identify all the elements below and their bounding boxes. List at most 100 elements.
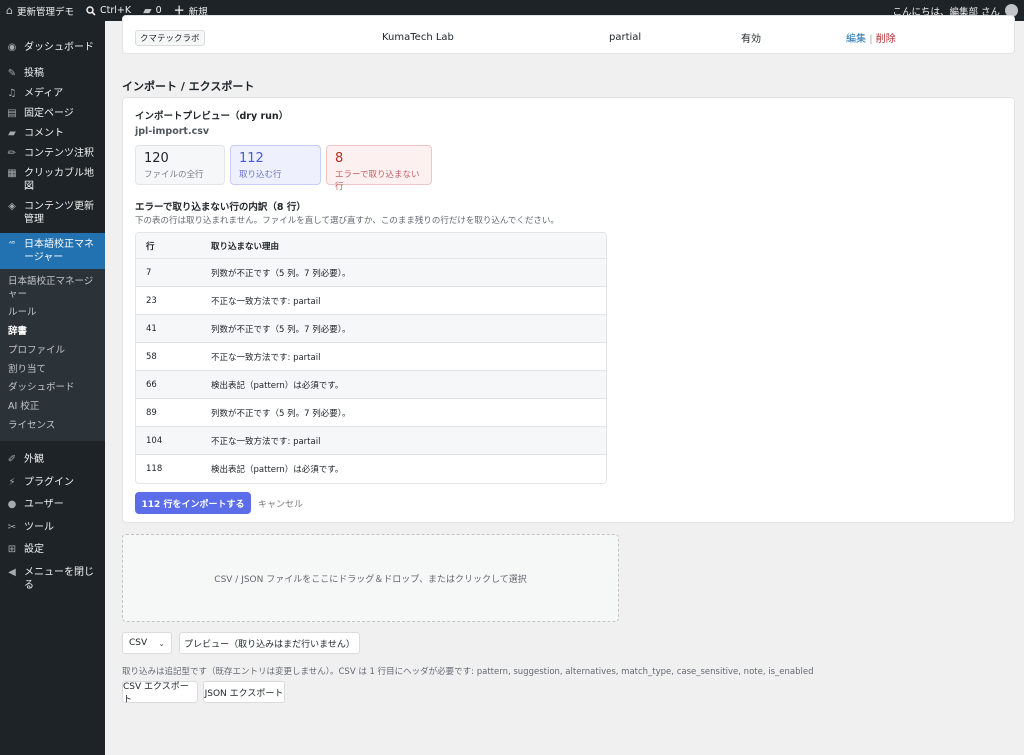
row-reason: 不正な一致方法です: partail bbox=[211, 352, 321, 363]
errors-title: エラーで取り込まない行の内訳（8 行） bbox=[135, 202, 306, 213]
table-row: 118 検出表記（pattern）は必須です。 bbox=[136, 455, 606, 483]
sidebar-item-bottom-4[interactable]: ⊞ 設定 bbox=[0, 543, 105, 556]
main-content: クマテックラボ KumaTech Lab partial 有効 編集 | 削除 … bbox=[105, 15, 1024, 755]
stat-total-label: ファイルの全行 bbox=[144, 170, 204, 180]
stat-import: 112 取り込む行 bbox=[230, 145, 321, 185]
table-row: 58 不正な一致方法です: partail bbox=[136, 343, 606, 371]
row-number: 41 bbox=[146, 323, 157, 334]
sidebar-item-label: コメント bbox=[24, 128, 64, 139]
stat-error-value: 8 bbox=[335, 151, 344, 166]
stat-import-label: 取り込む行 bbox=[239, 170, 282, 180]
table-row: 23 不正な一致方法です: partail bbox=[136, 287, 606, 315]
submenu-item-7[interactable]: ライセンス bbox=[0, 417, 105, 436]
stat-total: 120 ファイルの全行 bbox=[135, 145, 225, 185]
sidebar-item-label: ユーザー bbox=[24, 499, 64, 511]
row-number: 7 bbox=[146, 267, 152, 278]
section-title: インポート / エクスポート bbox=[122, 80, 255, 93]
delete-link[interactable]: 削除 bbox=[876, 34, 896, 45]
comment-icon: ▰ bbox=[8, 128, 16, 139]
entry-pattern-badge: クマテックラボ bbox=[135, 29, 205, 46]
home-icon: ⌂ bbox=[6, 4, 13, 17]
submenu-item-3[interactable]: プロファイル bbox=[0, 342, 105, 361]
submenu-item-0[interactable]: 日本語校正マネージャー bbox=[0, 273, 105, 304]
sidebar-item-label: 投稿 bbox=[24, 68, 44, 79]
site-name-link[interactable]: ⌂ 更新管理デモ bbox=[0, 0, 80, 21]
sidebar-item-0[interactable]: ◉ ダッシュボード bbox=[0, 41, 105, 54]
submenu-item-6[interactable]: AI 校正 bbox=[0, 398, 105, 417]
submenu-item-5[interactable]: ダッシュボード bbox=[0, 379, 105, 398]
cancel-link[interactable]: キャンセル bbox=[258, 492, 303, 514]
appearance-icon: ✐ bbox=[7, 454, 17, 466]
row-number: 66 bbox=[146, 379, 157, 390]
format-select[interactable]: CSV ⌄ bbox=[122, 632, 172, 654]
admin-sidebar: ◉ ダッシュボード ✎ 投稿 ♫ メディア ▤ 固定ページ ▰ コメント ✏ コンテンツ注釈 ▦ クリッカ… bbox=[0, 21, 105, 755]
entry-suggestion: KumaTech Lab bbox=[382, 32, 454, 43]
table-row: 89 列数が不正です（5 列。7 列必要）。 bbox=[136, 399, 606, 427]
sidebar-item-4[interactable]: ▰ コメント bbox=[0, 127, 105, 140]
sidebar-item-5[interactable]: ✏ コンテンツ注釈 bbox=[0, 147, 105, 160]
stat-error-label: エラーで取り込まない行 bbox=[335, 170, 420, 192]
sidebar-item-label: メディア bbox=[24, 88, 64, 99]
row-number: 104 bbox=[146, 435, 163, 446]
csv-export-button[interactable]: CSV エクスポート bbox=[122, 681, 198, 705]
user-icon: ● bbox=[7, 499, 17, 511]
table-row: 41 列数が不正です（5 列。7 列必要）。 bbox=[136, 315, 606, 343]
sidebar-item-label: ツール bbox=[24, 521, 54, 533]
preview-button[interactable]: プレビュー（取り込みはまだ行いません） bbox=[179, 632, 360, 654]
sidebar-item-label: コンテンツ注釈 bbox=[24, 148, 94, 159]
map-icon: ▦ bbox=[7, 168, 17, 179]
sidebar-item-bottom-5[interactable]: ◀ メニューを閉じる bbox=[0, 566, 105, 592]
table-row: 7 列数が不正です（5 列。7 列必要）。 bbox=[136, 259, 606, 287]
submenu-item-2[interactable]: 辞書 bbox=[0, 323, 105, 342]
dashboard-icon: ◉ bbox=[7, 42, 17, 53]
error-table: 行 取り込まない理由 7 列数が不正です（5 列。7 列必要）。 23 不正な一致方法… bbox=[135, 232, 607, 484]
file-dropzone[interactable]: CSV / JSON ファイルをここにドラッグ＆ドロップ、またはクリックして選択 bbox=[122, 534, 619, 622]
proofread-icon: ᴬᴮ bbox=[8, 240, 16, 248]
preview-title: インポートプレビュー（dry run） bbox=[135, 111, 289, 122]
plugin-icon: ⚡ bbox=[8, 476, 16, 488]
search-icon bbox=[86, 5, 96, 16]
submenu-item-4[interactable]: 割り当て bbox=[0, 361, 105, 380]
stat-total-value: 120 bbox=[144, 151, 169, 166]
media-icon: ♫ bbox=[7, 88, 17, 99]
sidebar-item-2[interactable]: ♫ メディア bbox=[0, 87, 105, 100]
link-separator: | bbox=[869, 34, 873, 45]
pencil-icon: ✏ bbox=[7, 148, 17, 159]
stat-import-value: 112 bbox=[239, 151, 264, 166]
sidebar-item-1[interactable]: ✎ 投稿 bbox=[0, 67, 105, 80]
import-rows-button[interactable]: 112 行をインポートする bbox=[135, 492, 251, 514]
sidebar-item-label: 固定ページ bbox=[24, 108, 74, 119]
sidebar-item-bottom-1[interactable]: ⚡ プラグイン bbox=[0, 476, 105, 489]
sidebar-item-7[interactable]: ◈ コンテンツ更新管理 bbox=[0, 200, 105, 226]
sidebar-item-bottom-0[interactable]: ✐ 外観 bbox=[0, 453, 105, 466]
row-number: 58 bbox=[146, 351, 157, 362]
sidebar-item-label: コンテンツ更新管理 bbox=[24, 201, 94, 225]
row-reason: 検出表記（pattern）は必須です。 bbox=[211, 465, 344, 475]
sidebar-submenu: 日本語校正マネージャー ルール 辞書 プロファイル 割り当て ダッシュボード AI 校正 ライ… bbox=[0, 269, 105, 442]
error-table-header: 行 取り込まない理由 bbox=[136, 233, 606, 259]
entry-status: 有効 bbox=[741, 34, 761, 45]
sidebar-item-proofread-manager[interactable]: ᴬᴮ 日本語校正マネージャー bbox=[0, 233, 105, 269]
edit-link[interactable]: 編集 bbox=[846, 34, 866, 45]
import-preview-card: インポートプレビュー（dry run） jpl-import.csv 120 フ… bbox=[122, 97, 1015, 523]
sidebar-item-bottom-2[interactable]: ● ユーザー bbox=[0, 498, 105, 511]
row-number: 89 bbox=[146, 407, 157, 418]
dictionary-table-last-row: クマテックラボ KumaTech Lab partial 有効 編集 | 削除 bbox=[122, 15, 1015, 54]
site-name: 更新管理デモ bbox=[16, 6, 74, 18]
sidebar-item-3[interactable]: ▤ 固定ページ bbox=[0, 107, 105, 120]
row-reason: 列数が不正です（5 列。7 列必要）。 bbox=[211, 268, 351, 279]
settings-icon: ⊞ bbox=[7, 544, 17, 556]
chevron-down-icon: ⌄ bbox=[158, 638, 165, 648]
import-help-text: 取り込みは追記型です（既存エントリは変更しません）。CSV は 1 行目にヘッダ… bbox=[122, 667, 814, 677]
json-export-button[interactable]: JSON エクスポート bbox=[203, 681, 285, 703]
sidebar-item-label: プラグイン bbox=[24, 476, 74, 488]
stat-error: 8 エラーで取り込まない行 bbox=[326, 145, 432, 192]
entry-match-type: partial bbox=[609, 32, 642, 43]
sidebar-item-6[interactable]: ▦ クリッカブル地図 bbox=[0, 167, 105, 193]
submenu-item-1[interactable]: ルール bbox=[0, 304, 105, 323]
row-number: 23 bbox=[146, 295, 157, 306]
row-reason: 列数が不正です（5 列。7 列必要）。 bbox=[211, 408, 351, 419]
import-filename: jpl-import.csv bbox=[135, 126, 210, 137]
sidebar-item-label: 設定 bbox=[24, 544, 44, 556]
sidebar-item-bottom-3[interactable]: ✂ ツール bbox=[0, 521, 105, 534]
